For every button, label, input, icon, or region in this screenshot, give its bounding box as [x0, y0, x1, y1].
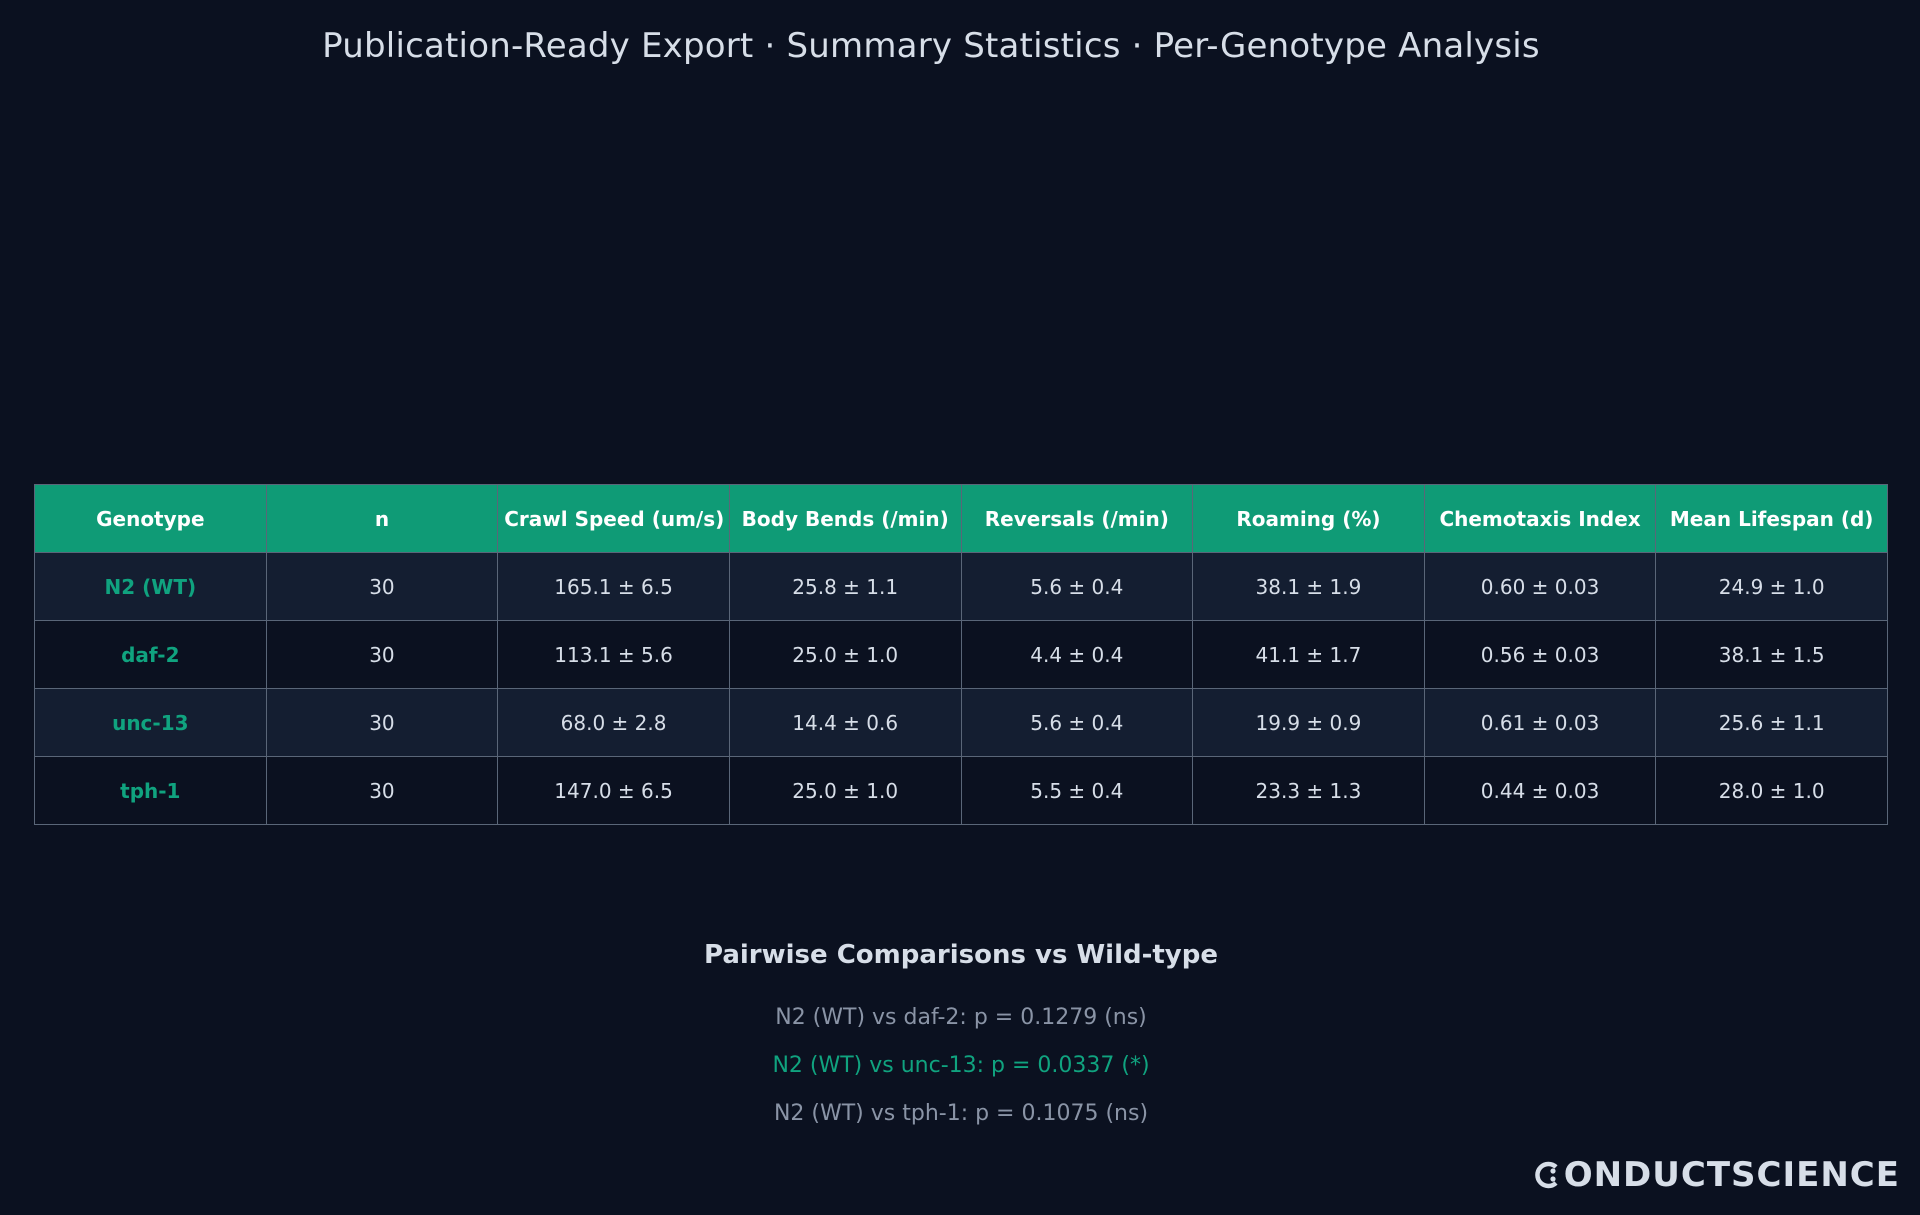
column-header-chemotaxis-index: Chemotaxis Index	[1423, 484, 1657, 553]
n-cell: 30	[265, 620, 499, 689]
n-cell: 30	[265, 756, 499, 825]
body-bends-cell: 25.0 ± 1.0	[728, 620, 962, 689]
chemotaxis-index-cell: 0.44 ± 0.03	[1423, 756, 1657, 825]
column-header-reversals: Reversals (/min)	[960, 484, 1194, 553]
comparison-unc-13: N2 (WT) vs unc-13: p = 0.0337 (*)	[772, 1053, 1150, 1078]
page-title: Publication-Ready Export · Summary Stati…	[322, 26, 1540, 66]
table-row: daf-2 30 113.1 ± 5.6 25.0 ± 1.0 4.4 ± 0.…	[34, 620, 1888, 689]
genotype-cell: tph-1	[34, 756, 267, 825]
genotype-cell: unc-13	[34, 688, 267, 757]
summary-statistics-table-container: Genotype n Crawl Speed (um/s) Body Bends…	[34, 484, 1888, 825]
summary-statistics-table: Genotype n Crawl Speed (um/s) Body Bends…	[34, 484, 1888, 825]
n-cell: 30	[265, 688, 499, 757]
column-header-roaming: Roaming (%)	[1192, 484, 1425, 553]
chemotaxis-index-cell: 0.60 ± 0.03	[1423, 552, 1657, 621]
pairwise-comparisons-section: Pairwise Comparisons vs Wild-type N2 (WT…	[0, 940, 1920, 1138]
column-header-body-bends: Body Bends (/min)	[728, 484, 962, 553]
column-header-mean-lifespan: Mean Lifespan (d)	[1655, 484, 1888, 553]
comparison-tph-1: N2 (WT) vs tph-1: p = 0.1075 (ns)	[773, 1101, 1149, 1126]
chemotaxis-index-cell: 0.56 ± 0.03	[1423, 620, 1657, 689]
crawl-speed-cell: 68.0 ± 2.8	[497, 688, 730, 757]
roaming-cell: 41.1 ± 1.7	[1192, 620, 1425, 689]
brand-name: ONDUCTSCIENCE	[1563, 1155, 1900, 1195]
reversals-cell: 4.4 ± 0.4	[960, 620, 1194, 689]
n-cell: 30	[265, 552, 499, 621]
table-row: N2 (WT) 30 165.1 ± 6.5 25.8 ± 1.1 5.6 ± …	[34, 552, 1888, 621]
column-header-genotype: Genotype	[34, 484, 267, 553]
genotype-cell: N2 (WT)	[34, 552, 267, 621]
table-row: tph-1 30 147.0 ± 6.5 25.0 ± 1.0 5.5 ± 0.…	[34, 756, 1888, 825]
body-bends-cell: 25.0 ± 1.0	[728, 756, 962, 825]
mean-lifespan-cell: 28.0 ± 1.0	[1655, 756, 1888, 825]
column-header-n: n	[265, 484, 499, 553]
reversals-cell: 5.6 ± 0.4	[960, 688, 1194, 757]
genotype-cell: daf-2	[34, 620, 267, 689]
roaming-cell: 23.3 ± 1.3	[1192, 756, 1425, 825]
mean-lifespan-cell: 38.1 ± 1.5	[1655, 620, 1888, 689]
mean-lifespan-cell: 25.6 ± 1.1	[1655, 688, 1888, 757]
roaming-cell: 19.9 ± 0.9	[1192, 688, 1425, 757]
table-row: unc-13 30 68.0 ± 2.8 14.4 ± 0.6 5.6 ± 0.…	[34, 688, 1888, 757]
pairwise-comparisons-title: Pairwise Comparisons vs Wild-type	[703, 940, 1219, 970]
reversals-cell: 5.6 ± 0.4	[960, 552, 1194, 621]
conductscience-logo: ONDUCTSCIENCE	[1532, 1155, 1900, 1195]
table-header-row: Genotype n Crawl Speed (um/s) Body Bends…	[34, 484, 1888, 553]
reversals-cell: 5.5 ± 0.4	[960, 756, 1194, 825]
crawl-speed-cell: 113.1 ± 5.6	[497, 620, 730, 689]
column-header-crawl-speed: Crawl Speed (um/s)	[497, 484, 730, 553]
body-bends-cell: 14.4 ± 0.6	[728, 688, 962, 757]
comparison-daf-2: N2 (WT) vs daf-2: p = 0.1279 (ns)	[775, 1005, 1147, 1030]
roaming-cell: 38.1 ± 1.9	[1192, 552, 1425, 621]
crawl-speed-cell: 147.0 ± 6.5	[497, 756, 730, 825]
body-bends-cell: 25.8 ± 1.1	[728, 552, 962, 621]
conductscience-c-logo-icon	[1532, 1160, 1562, 1190]
chemotaxis-index-cell: 0.61 ± 0.03	[1423, 688, 1657, 757]
mean-lifespan-cell: 24.9 ± 1.0	[1655, 552, 1888, 621]
crawl-speed-cell: 165.1 ± 6.5	[497, 552, 730, 621]
